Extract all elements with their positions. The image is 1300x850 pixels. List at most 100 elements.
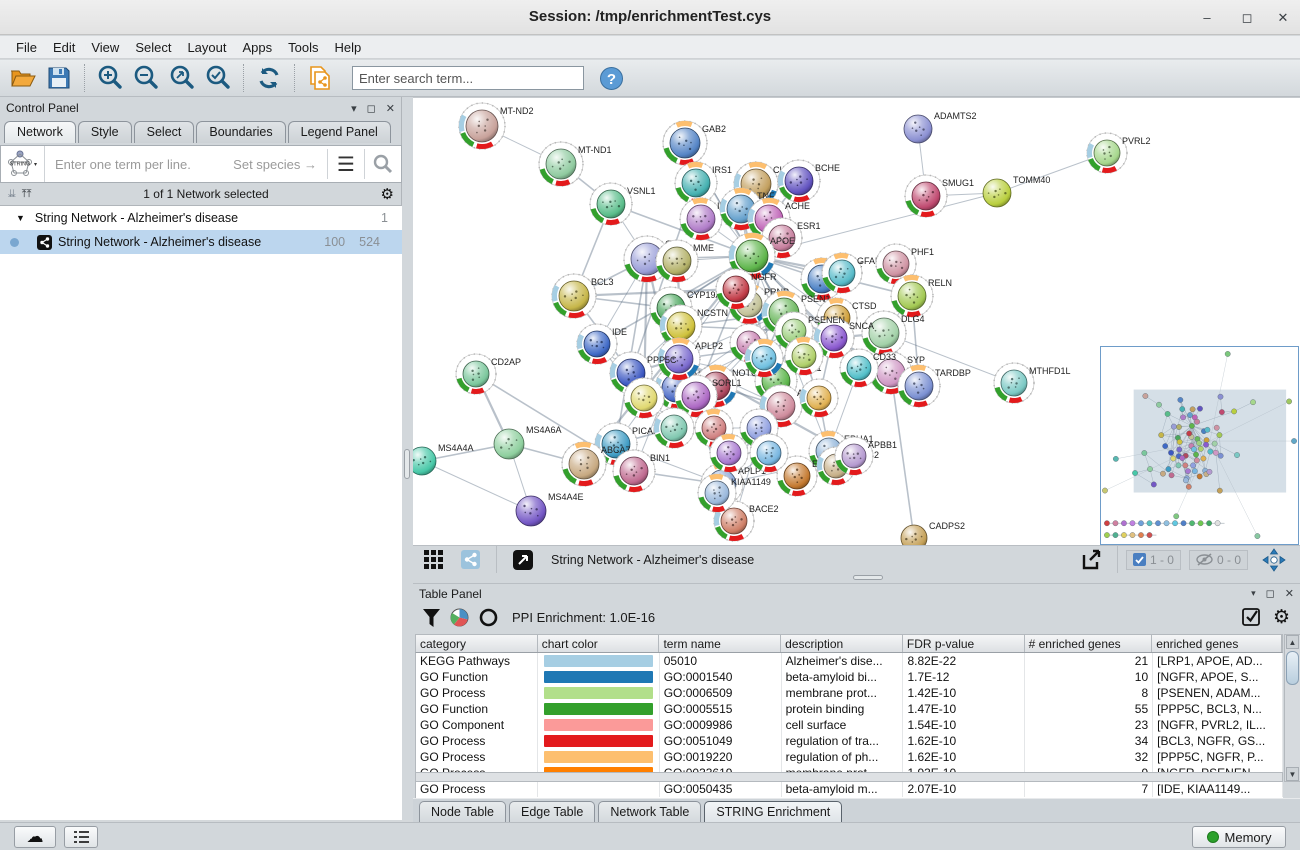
expand-all-icon[interactable]: ⤒⤒ [22, 188, 32, 201]
table-row[interactable]: GO ProcessGO:0006509membrane prot...1.42… [416, 685, 1283, 701]
tab-select[interactable]: Select [134, 121, 195, 143]
node-adamts2[interactable]: ADAMTS2 [904, 111, 977, 143]
task-history-button[interactable] [64, 826, 98, 848]
detach-view-icon[interactable] [508, 545, 538, 575]
scroll-up-arrow[interactable]: ▲ [1286, 635, 1299, 649]
edge[interactable] [422, 461, 531, 511]
close-panel-icon[interactable]: ✕ [386, 102, 395, 115]
node-vsnl1[interactable]: VSNL1 [590, 183, 656, 225]
zoom-out-icon[interactable] [131, 63, 161, 93]
menu-select[interactable]: Select [127, 38, 179, 57]
menu-layout[interactable]: Layout [179, 38, 234, 57]
menu-help[interactable]: Help [327, 38, 370, 57]
node[interactable] [710, 434, 748, 472]
tab-boundaries[interactable]: Boundaries [196, 121, 285, 143]
column-header-chart-color[interactable]: chart color [538, 635, 660, 652]
network-view-icon[interactable] [455, 545, 485, 575]
node-smug1[interactable]: SMUG1 [905, 175, 974, 217]
zoom-fit-icon[interactable] [167, 63, 197, 93]
node-ms4a4a[interactable]: MS4A4A [413, 443, 474, 475]
scrollbar-thumb[interactable] [1286, 651, 1299, 685]
open-file-icon[interactable] [8, 63, 38, 93]
splitter-handle[interactable] [853, 575, 883, 580]
menu-apps[interactable]: Apps [235, 38, 281, 57]
node-apbb1[interactable]: APBB1 [835, 437, 897, 475]
birdseye-view[interactable] [1100, 346, 1299, 545]
expander-icon[interactable]: ▼ [16, 213, 25, 223]
search-input[interactable] [352, 66, 584, 90]
node-mt-nd2[interactable]: MT-ND2 [459, 103, 534, 149]
node-cadps2[interactable]: CADPS2 [901, 521, 965, 545]
node[interactable] [785, 337, 823, 375]
maximize-button[interactable]: ◻ [1238, 9, 1256, 27]
tab-style[interactable]: Style [78, 121, 132, 143]
close-panel-icon[interactable]: ✕ [1285, 587, 1294, 600]
node[interactable] [624, 378, 664, 418]
node[interactable] [800, 379, 838, 417]
string-options-icon[interactable]: ☰ [328, 146, 364, 182]
zoom-selected-icon[interactable] [203, 63, 233, 93]
table-vertical-scrollbar[interactable]: ▲ ▼ [1284, 634, 1300, 782]
string-search-icon[interactable] [365, 146, 401, 182]
scroll-down-arrow[interactable]: ▼ [1286, 767, 1299, 781]
string-logo-icon[interactable]: STRING [1, 146, 45, 182]
network-row-selected[interactable]: String Network - Alzheimer's disease 100… [0, 230, 402, 254]
panel-menu-icon[interactable]: ▾ [351, 102, 357, 115]
network-collection-row[interactable]: ▼ String Network - Alzheimer's disease 1 [0, 206, 402, 230]
tab-network[interactable]: Network [4, 121, 76, 143]
help-icon[interactable]: ? [596, 63, 626, 93]
table-horizontal-scrollbar[interactable] [415, 772, 1283, 782]
node-bin1[interactable]: BIN1 [613, 450, 670, 492]
export-network-icon[interactable] [1076, 545, 1106, 575]
column-header-term-name[interactable]: term name [659, 635, 781, 652]
node-bcl3[interactable]: BCL3 [552, 274, 614, 318]
node-mme[interactable]: MME [656, 240, 714, 282]
splitter-handle[interactable] [404, 449, 410, 479]
menu-edit[interactable]: Edit [45, 38, 83, 57]
node-gab2[interactable]: GAB2 [663, 121, 726, 165]
close-button[interactable]: ✕ [1274, 9, 1292, 27]
node-ms4a6a[interactable]: MS4A6A [494, 425, 562, 459]
table-tab-string-enrichment[interactable]: STRING Enrichment [704, 801, 842, 822]
column-header-description[interactable]: description [781, 635, 903, 652]
panel-menu-icon[interactable]: ▾ [1251, 588, 1256, 599]
menu-tools[interactable]: Tools [280, 38, 326, 57]
node-tomm40[interactable]: TOMM40 [983, 175, 1050, 207]
memory-button[interactable]: Memory [1192, 826, 1286, 848]
table-row[interactable]: KEGG Pathways05010Alzheimer's dise...8.8… [416, 653, 1283, 669]
network-canvas[interactable]: MT-ND2MT-ND1VSNL1GAB2IRS1CHATBCHEIL1BTNF… [413, 97, 1300, 545]
network-options-gear-icon[interactable]: ⚙ [381, 185, 394, 203]
collapse-all-icon[interactable]: ⤓⤓ [8, 188, 14, 201]
refresh-icon[interactable] [254, 63, 284, 93]
table-row[interactable]: GO FunctionGO:0005515protein binding1.47… [416, 701, 1283, 717]
node-bche[interactable]: BCHE [778, 160, 840, 202]
table-row[interactable]: GO ComponentGO:0009986cell surface1.54E-… [416, 717, 1283, 733]
vertical-splitter[interactable] [402, 97, 413, 820]
table-settings-gear-icon[interactable]: ⚙ [1273, 608, 1290, 627]
node[interactable] [745, 339, 783, 377]
filter-icon[interactable] [423, 609, 440, 627]
column-header--enriched-genes[interactable]: # enriched genes [1025, 635, 1153, 652]
node-pvrl2[interactable]: PVRL2 [1087, 133, 1151, 173]
column-header-FDR-p-value[interactable]: FDR p-value [903, 635, 1025, 652]
set-species-link[interactable]: Set species → [233, 157, 327, 172]
horizontal-splitter[interactable] [413, 573, 1300, 583]
pie-chart-icon[interactable] [450, 608, 469, 627]
float-panel-icon[interactable]: ◻ [1266, 587, 1275, 600]
zoom-in-icon[interactable] [95, 63, 125, 93]
save-session-icon[interactable] [44, 63, 74, 93]
select-columns-icon[interactable] [1242, 608, 1261, 627]
string-term-input[interactable]: Enter one term per line. [45, 157, 233, 172]
table-tab-edge-table[interactable]: Edge Table [509, 801, 595, 822]
clone-network-icon[interactable] [305, 63, 335, 93]
node-mt-nd1[interactable]: MT-ND1 [539, 142, 612, 186]
node-mthfd1l[interactable]: MTHFD1L [994, 363, 1071, 403]
pan-compass-icon[interactable] [1259, 545, 1289, 575]
node-ms4a4e[interactable]: MS4A4E [516, 492, 584, 526]
node-cd2ap[interactable]: CD2AP [456, 354, 521, 394]
node-reln[interactable]: RELN [891, 275, 952, 317]
column-header-category[interactable]: category [416, 635, 538, 652]
table-row[interactable]: GO FunctionGO:0001540beta-amyloid bi...1… [416, 669, 1283, 685]
cloud-tasks-button[interactable]: ☁ [14, 826, 56, 848]
table-row[interactable]: GO ProcessGO:0050435beta-amyloid m...2.0… [416, 781, 1283, 797]
